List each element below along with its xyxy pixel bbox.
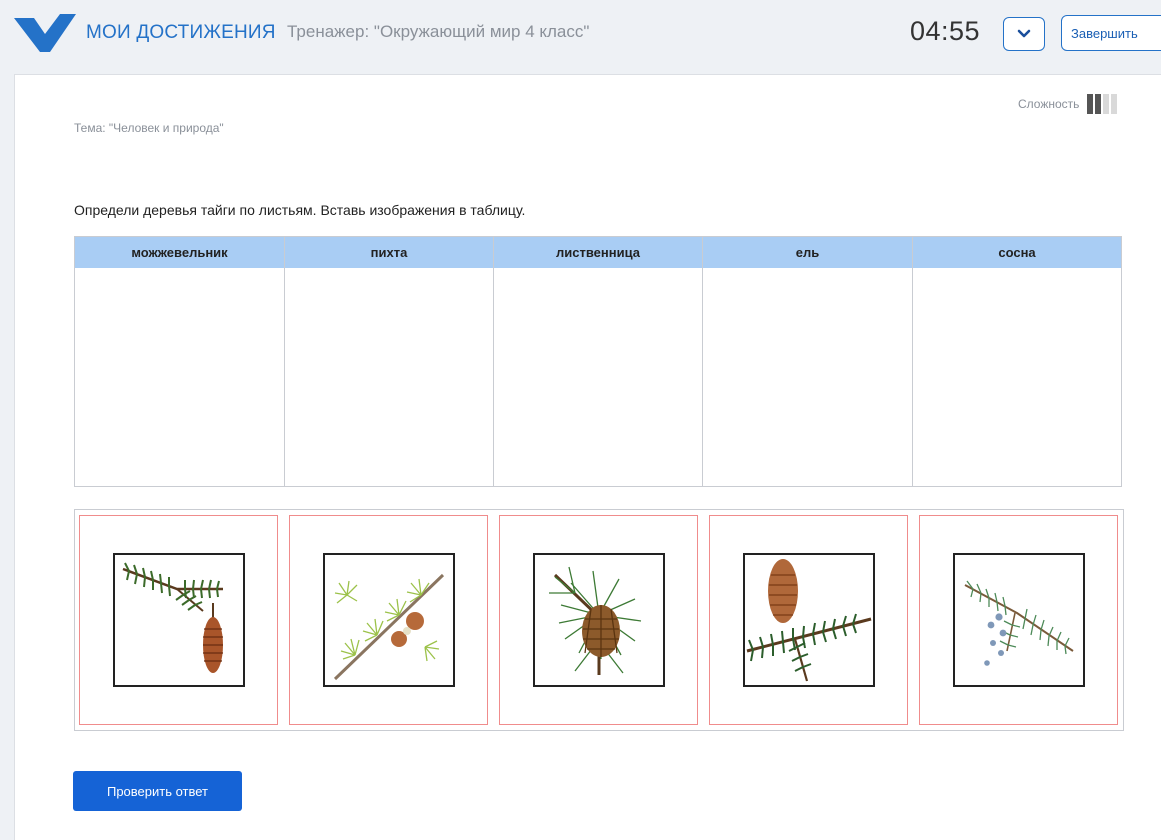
image-tray [74, 509, 1124, 731]
drop-zone[interactable] [285, 268, 493, 486]
draggable-image-tile[interactable] [499, 515, 698, 725]
difficulty-indicator: Сложность [1018, 94, 1118, 114]
top-bar: МОИ ДОСТИЖЕНИЯ Тренажер: "Окружающий мир… [0, 0, 1161, 72]
table-column: ель [703, 237, 913, 486]
juniper-branch-icon [964, 580, 1074, 666]
difficulty-bar [1103, 94, 1110, 114]
topic-label: Тема: "Человек и природа" [74, 121, 224, 135]
pine-branch-cone-icon [548, 566, 641, 675]
drop-zone[interactable] [913, 268, 1121, 486]
difficulty-bar [1087, 94, 1094, 114]
column-header: ель [703, 237, 912, 268]
chevron-down-icon [1017, 29, 1031, 38]
logo-icon [14, 14, 76, 52]
table-column: пихта [285, 237, 494, 486]
table-column: лиственница [494, 237, 703, 486]
difficulty-bar [1111, 94, 1118, 114]
draggable-image-tile[interactable] [289, 515, 488, 725]
drop-zone[interactable] [703, 268, 912, 486]
answer-table: можжевельник пихта лиственница ель сосна [74, 236, 1122, 487]
timer: 04:55 [910, 16, 981, 46]
difficulty-bars [1087, 94, 1118, 114]
image-frame [112, 553, 245, 687]
spruce-branch-cone-icon [746, 559, 871, 682]
fir-branch-cone-icon [122, 562, 223, 673]
dropdown-button[interactable] [1003, 17, 1045, 51]
column-header: можжевельник [75, 237, 284, 268]
column-header: лиственница [494, 237, 702, 268]
larch-branch-icon [333, 573, 444, 681]
difficulty-label: Сложность [1018, 97, 1080, 111]
finish-button[interactable]: Завершить [1061, 15, 1161, 51]
image-frame [532, 553, 665, 687]
brand-name[interactable]: МОИ ДОСТИЖЕНИЯ [86, 22, 276, 44]
column-header: пихта [285, 237, 493, 268]
draggable-image-tile[interactable] [79, 515, 278, 725]
image-frame [952, 553, 1085, 687]
draggable-image-tile[interactable] [709, 515, 908, 725]
difficulty-bar [1095, 94, 1102, 114]
drop-zone[interactable] [75, 268, 284, 486]
check-answer-button[interactable]: Проверить ответ [73, 771, 242, 811]
image-frame [742, 553, 875, 687]
draggable-image-tile[interactable] [919, 515, 1118, 725]
task-text: Определи деревья тайги по листьям. Встав… [74, 202, 526, 218]
trainer-title: Тренажер: "Окружающий мир 4 класс" [287, 22, 590, 41]
table-column: можжевельник [75, 237, 285, 486]
column-header: сосна [913, 237, 1121, 268]
drop-zone[interactable] [494, 268, 702, 486]
table-column: сосна [913, 237, 1121, 486]
image-frame [322, 553, 455, 687]
